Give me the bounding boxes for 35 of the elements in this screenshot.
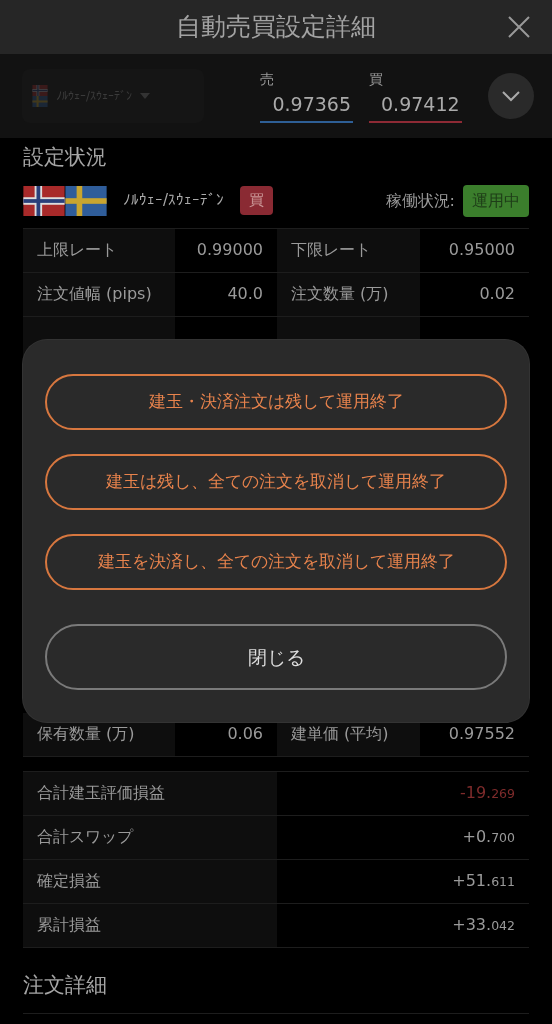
page-title: 自動売買設定詳細 xyxy=(176,11,376,44)
expand-button[interactable] xyxy=(488,73,534,119)
table-cell: 注文数量 (万) xyxy=(277,272,420,316)
status-label: 稼働状況: xyxy=(385,189,455,212)
norway-flag-icon xyxy=(32,85,48,96)
amount-value: +51.611 xyxy=(452,870,515,892)
amount-value: +33.042 xyxy=(452,914,515,936)
section-heading: 注文詳細 xyxy=(23,971,108,999)
buy-price: 0.97412 xyxy=(369,90,462,123)
table-cell: 確定損益 xyxy=(23,859,277,903)
end-operation-button[interactable]: 建玉は残し、全ての注文を取消して運用終了 xyxy=(45,454,507,510)
caret-icon xyxy=(140,93,151,99)
end-operation-button[interactable]: 建玉・決済注文は残して運用終了 xyxy=(45,374,507,430)
side-badge: 買 xyxy=(240,186,274,215)
table-cell: 下限レート xyxy=(277,228,420,272)
close-icon[interactable] xyxy=(506,14,532,40)
sell-price: 0.97365 xyxy=(260,90,353,123)
sell-label: 売 xyxy=(260,70,276,90)
buy-label: 買 xyxy=(369,70,384,90)
norway-flag-icon xyxy=(23,185,65,216)
section-heading: 設定状況 xyxy=(23,144,108,171)
status-badge: 運用中 xyxy=(463,184,529,217)
sweden-flag-icon xyxy=(32,96,48,107)
amount-value: -19.269 xyxy=(459,782,515,804)
table-cell: 合計建玉評価損益 xyxy=(23,771,277,815)
chevron-down-icon xyxy=(501,90,521,102)
close-button[interactable]: 閉じる xyxy=(45,624,507,690)
end-operation-button[interactable]: 建玉を決済し、全ての注文を取消して運用終了 xyxy=(45,534,507,590)
table-cell: 注文値幅 (pips) xyxy=(23,272,175,316)
table-cell: 合計スワップ xyxy=(23,815,277,859)
table-cell: 上限レート xyxy=(23,228,175,272)
amount-value: +0.700 xyxy=(462,826,515,848)
sweden-flag-icon xyxy=(65,185,107,216)
currency-pair: ﾉﾙｳｪｰ/ｽｳｪｰﾃﾞﾝ xyxy=(123,190,225,212)
table-cell: 累計損益 xyxy=(23,903,277,947)
